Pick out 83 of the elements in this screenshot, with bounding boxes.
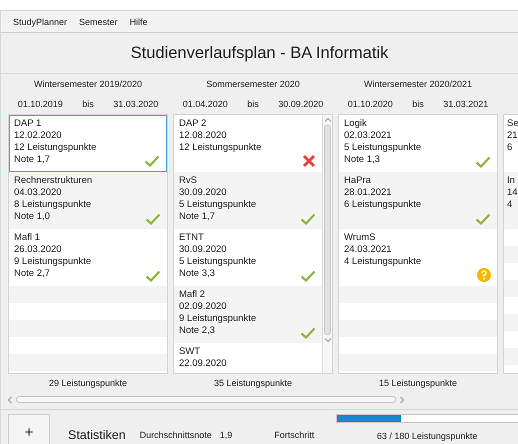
module-detail: 6 Leistungspunkte	[344, 199, 422, 211]
menu-item[interactable]: Hilfe	[130, 16, 148, 26]
module-name: Mafl 2	[179, 289, 206, 301]
module-detail: 5 Leistungspunkte	[179, 256, 258, 268]
module-detail: 9 Leistungspunkte	[179, 313, 258, 325]
credit-total: 29 Leistungspunkte	[48, 378, 128, 388]
semester-heading: Wintersemester 2020/2021	[364, 79, 472, 89]
start-date: 01.10.2020	[348, 99, 393, 109]
semester-heading: Wintersemester 2019/2020	[34, 79, 142, 89]
average-value: 1,9	[220, 430, 232, 440]
module-name: Rechnerstrukturen	[14, 175, 94, 187]
module-name: RvS	[179, 175, 198, 187]
module-detail: 12.02.2020	[14, 130, 63, 142]
average-label: Durchschnittsnote	[140, 430, 212, 440]
module-name: Mafl 1	[14, 232, 41, 244]
scroll-up-icon[interactable]	[324, 117, 332, 123]
end-date: 30.09.2020	[278, 99, 324, 109]
module-card[interactable]: RvS 30.09.2020 5 Leistungspunkte Note 1,7	[174, 172, 322, 229]
scrollbar-thumb[interactable]	[324, 125, 331, 335]
module-name: In	[507, 175, 516, 187]
module-detail: Note 1,0	[14, 211, 51, 223]
module-detail: 6	[507, 142, 514, 154]
module-detail: 22.09.2020	[179, 358, 228, 370]
menu-item[interactable]: Semester	[79, 16, 118, 26]
module-detail: 26.03.2020	[14, 244, 63, 256]
module-detail: 4	[507, 199, 514, 211]
module-detail: 30.09.2020	[179, 244, 228, 256]
module-detail: 12 Leistungspunkte	[14, 142, 98, 154]
module-name: SWT	[179, 346, 202, 358]
end-date: 31.03.2021	[443, 99, 488, 109]
module-detail: Note 1,3	[344, 154, 381, 166]
module-detail: 24.03.2021	[344, 244, 393, 256]
module-card[interactable]: In 14 4	[504, 172, 518, 229]
module-detail: Note 1,7	[179, 211, 216, 223]
module-name: WrumS	[344, 232, 376, 244]
scrollbar-thumb[interactable]	[16, 396, 396, 403]
module-name: Se	[507, 118, 518, 130]
scroll-right-icon[interactable]	[399, 396, 405, 404]
module-card[interactable]: HaPra 28.01.2021 6 Leistungspunkte	[339, 172, 497, 229]
progress-text: 63 / 180 Leistungspunkte	[376, 431, 478, 441]
statistics-heading: Statistiken	[68, 428, 126, 442]
page-title: Studienverlaufsplan - BA Informatik	[130, 44, 388, 62]
module-name: ETNT	[179, 232, 205, 244]
module-card[interactable]: Mafl 2 02.09.2020 9 Leistungspunkte Note 2,3	[174, 286, 322, 343]
module-detail: 4 Leistungspunkte	[344, 256, 422, 268]
start-date: 01.10.2019	[18, 99, 63, 109]
module-detail: 5 Leistungspunkte	[344, 142, 422, 154]
module-detail: Note 2,3	[179, 325, 216, 337]
end-date: 31.03.2020	[113, 99, 158, 109]
module-detail: 21	[507, 130, 518, 142]
add-button[interactable]: +	[8, 414, 50, 444]
start-date: 01.04.2020	[182, 99, 228, 109]
module-detail: Note 2,7	[14, 268, 51, 280]
module-detail: 02.03.2021	[344, 130, 393, 142]
module-detail: 8 Leistungspunkte	[14, 199, 92, 211]
module-name: DAP 2	[179, 118, 208, 130]
module-detail: 9 Leistungspunkte	[14, 256, 92, 268]
module-card[interactable]: DAP 1 12.02.2020 12 Leistungspunkte Note 1,7	[9, 115, 167, 172]
scroll-down-icon[interactable]	[324, 337, 332, 343]
module-detail: 5 Leistungspunkte	[179, 199, 258, 211]
module-detail: 04.03.2020	[14, 187, 63, 199]
module-detail: 12.08.2020	[179, 130, 228, 142]
module-detail: 14	[507, 187, 518, 199]
module-detail: Note 1,7	[14, 154, 51, 166]
progress-label: Fortschritt	[274, 430, 314, 440]
date-separator: bis	[412, 99, 424, 109]
date-separator: bis	[82, 99, 94, 109]
credit-total: 35 Leistungspunkte	[214, 378, 292, 388]
module-name: DAP 1	[14, 118, 42, 130]
module-detail: 02.09.2020	[179, 301, 228, 313]
module-name: HaPra	[344, 175, 372, 187]
scroll-left-icon[interactable]	[7, 396, 13, 404]
module-detail: 28.01.2021	[344, 187, 393, 199]
credit-total: 15 Leistungspunkte	[378, 378, 458, 388]
module-detail: Note 3,3	[179, 268, 216, 280]
module-card[interactable]: Rechnerstrukturen 04.03.2020 8 Leistungspunkte Note 1,0	[9, 172, 167, 229]
module-detail: 12 Leistungspunkte	[179, 142, 262, 154]
vertical-scrollbar[interactable]	[322, 115, 332, 373]
menu-item[interactable]: StudyPlanner	[13, 16, 68, 26]
date-separator: bis	[247, 99, 259, 109]
module-name: Logik	[344, 118, 368, 130]
module-detail: 30.09.2020	[179, 187, 228, 199]
semester-heading: Sommersemester 2020	[206, 79, 300, 89]
